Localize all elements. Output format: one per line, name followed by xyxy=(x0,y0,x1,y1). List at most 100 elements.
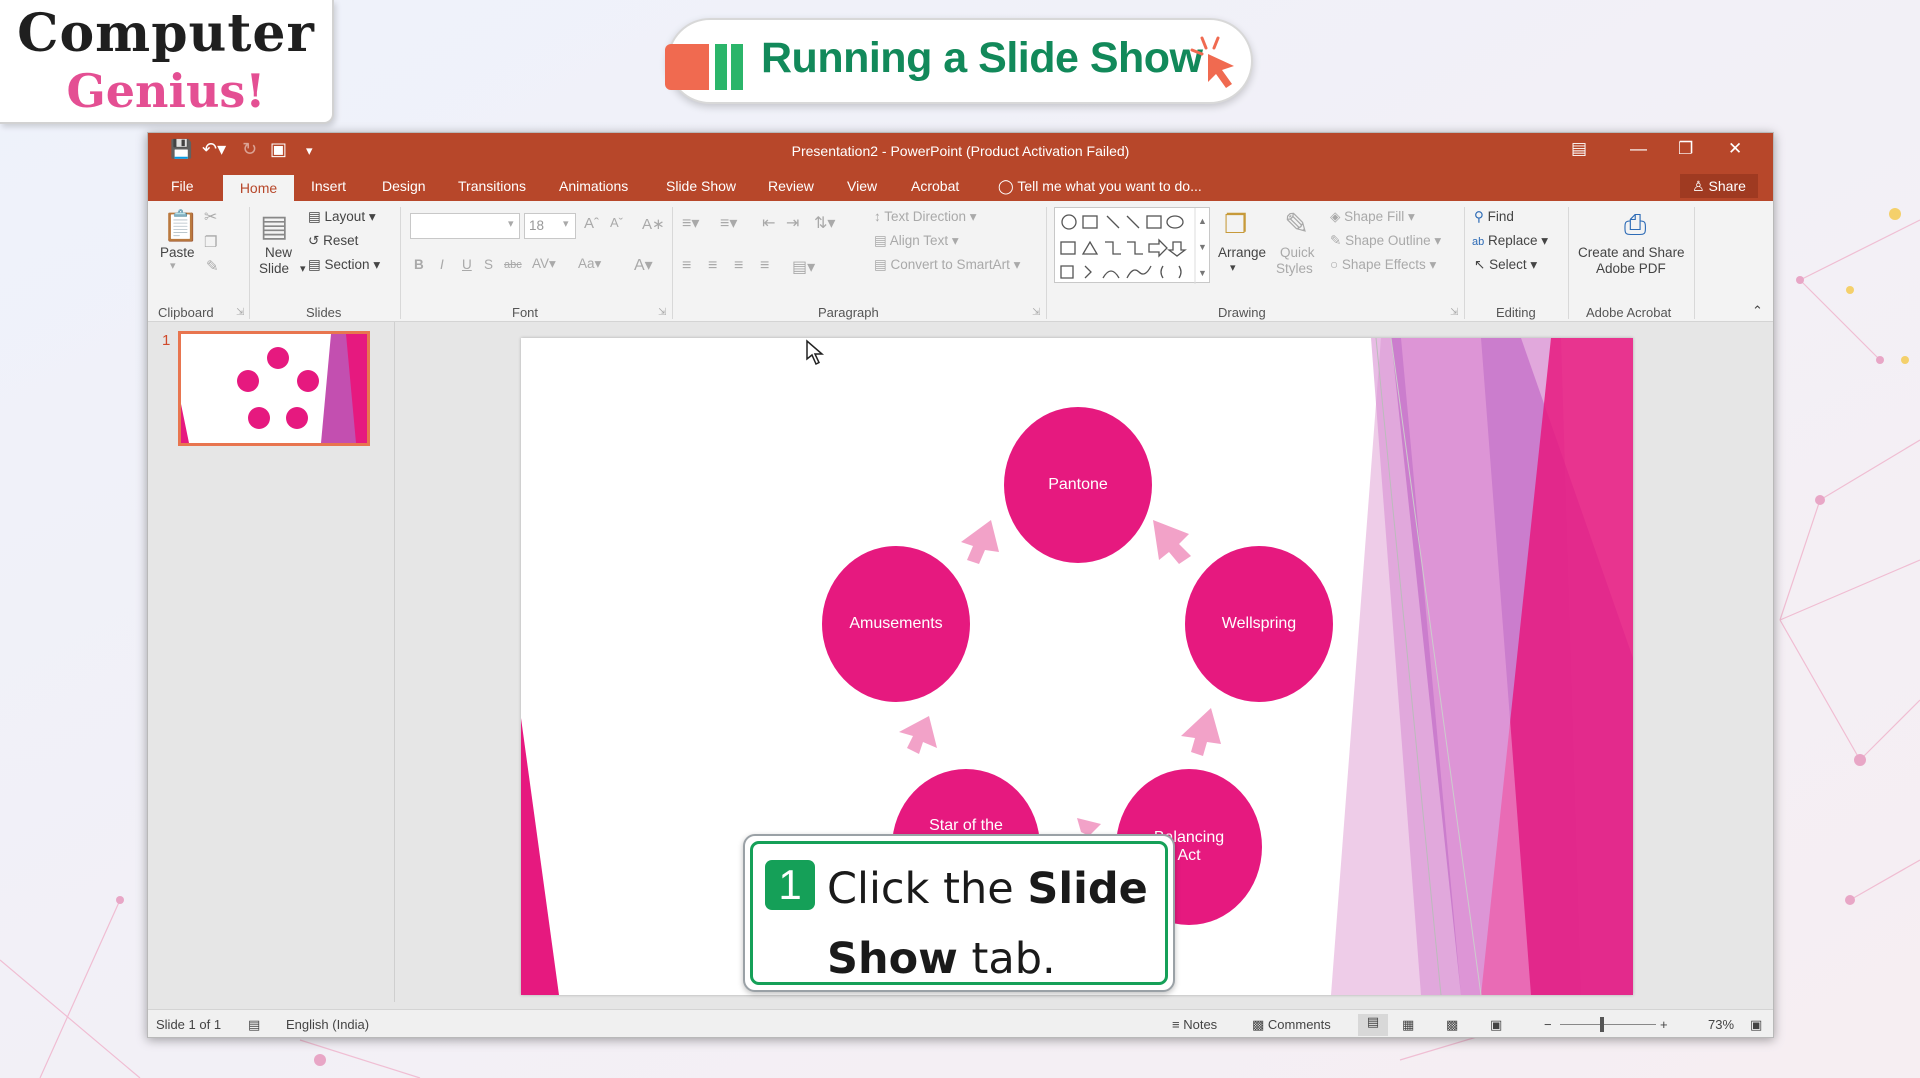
tell-me-box[interactable]: ◯ Tell me what you want to do... xyxy=(998,178,1202,195)
node-pantone[interactable]: Pantone xyxy=(1004,407,1152,563)
columns-icon[interactable]: ▤▾ xyxy=(792,257,815,277)
shadow-icon[interactable]: S xyxy=(484,257,493,272)
node-wellspring[interactable]: Wellspring xyxy=(1185,546,1333,702)
document-title: Presentation2 - PowerPoint (Product Acti… xyxy=(791,143,1130,159)
quick-styles-label-1[interactable]: Quick xyxy=(1280,245,1315,260)
clipboard-launcher-icon[interactable]: ⇲ xyxy=(236,307,244,318)
arrange-dropdown-icon[interactable]: ▾ xyxy=(1230,261,1236,274)
zoom-slider-track[interactable] xyxy=(1560,1024,1656,1025)
clear-formatting-icon[interactable]: A∗ xyxy=(642,215,665,233)
font-name-dropdown-icon[interactable]: ▾ xyxy=(508,217,514,230)
drawing-launcher-icon[interactable]: ⇲ xyxy=(1450,307,1458,318)
tab-transitions[interactable]: Transitions xyxy=(458,178,526,194)
reading-view-icon[interactable]: ▩ xyxy=(1446,1017,1458,1033)
language-indicator[interactable]: English (India) xyxy=(286,1017,369,1032)
shape-effects-button[interactable]: ○ Shape Effects ▾ xyxy=(1330,257,1436,273)
justify-icon[interactable]: ≡ xyxy=(760,257,769,275)
font-launcher-icon[interactable]: ⇲ xyxy=(658,307,666,318)
zoom-level[interactable]: 73% xyxy=(1708,1017,1734,1032)
node-amusements[interactable]: Amusements xyxy=(822,546,970,702)
font-size-dropdown-icon[interactable]: ▾ xyxy=(563,217,569,230)
shapes-gallery[interactable]: ▲ ▼ ▼ xyxy=(1054,207,1210,284)
tab-animations[interactable]: Animations xyxy=(559,178,628,194)
create-pdf-icon[interactable]: ⎙ xyxy=(1624,209,1646,242)
convert-smartart-button[interactable]: ▤ Convert to SmartArt ▾ xyxy=(874,257,1020,273)
new-slide-icon[interactable]: ▤ xyxy=(260,209,288,244)
create-share-pdf-label-1[interactable]: Create and Share xyxy=(1578,245,1685,260)
arrange-icon[interactable]: ❐ xyxy=(1224,209,1247,240)
zoom-in-icon[interactable]: + xyxy=(1660,1017,1668,1032)
lesson-title-banner: Running a Slide Show xyxy=(665,18,1253,104)
format-painter-icon[interactable]: ✎ xyxy=(206,257,219,275)
tab-home[interactable]: Home xyxy=(223,175,294,201)
tab-insert[interactable]: Insert xyxy=(311,178,346,194)
close-icon[interactable]: ✕ xyxy=(1728,139,1742,159)
select-button[interactable]: ↖ Select ▾ xyxy=(1474,257,1537,273)
shape-outline-button[interactable]: ✎ Shape Outline ▾ xyxy=(1330,233,1441,249)
spell-check-icon[interactable]: ▤ xyxy=(248,1017,260,1033)
minimize-icon[interactable]: — xyxy=(1630,139,1647,159)
create-share-pdf-label-2[interactable]: Adobe PDF xyxy=(1596,261,1666,276)
quick-styles-icon[interactable]: ✎ xyxy=(1284,207,1309,242)
editing-group-label: Editing xyxy=(1496,305,1536,320)
decrease-indent-icon[interactable]: ⇤ xyxy=(762,213,775,233)
share-button[interactable]: ♙ Share xyxy=(1680,174,1758,198)
paste-clipboard-icon[interactable]: 📋 xyxy=(162,209,199,244)
notes-button[interactable]: ≡ Notes xyxy=(1172,1017,1217,1032)
restore-icon[interactable]: ❐ xyxy=(1678,139,1693,159)
tab-slide-show[interactable]: Slide Show xyxy=(666,178,736,194)
shape-fill-button[interactable]: ◈ Shape Fill ▾ xyxy=(1330,209,1415,225)
quick-styles-label-2[interactable]: Styles xyxy=(1276,261,1313,276)
line-spacing-icon[interactable]: ⇅▾ xyxy=(814,213,835,233)
copy-icon[interactable]: ❐ xyxy=(204,233,217,251)
numbering-icon[interactable]: ≡▾ xyxy=(720,213,737,233)
bullets-icon[interactable]: ≡▾ xyxy=(682,213,699,233)
tab-view[interactable]: View xyxy=(847,178,877,194)
comments-button[interactable]: ▩ Comments xyxy=(1252,1017,1331,1033)
reset-button[interactable]: ↺ Reset xyxy=(308,233,358,249)
character-spacing-icon[interactable]: AV▾ xyxy=(532,256,556,272)
decrease-font-icon[interactable]: Aˇ xyxy=(610,215,623,230)
increase-font-icon[interactable]: Aˆ xyxy=(584,215,599,232)
slide-sorter-icon[interactable]: ▦ xyxy=(1402,1017,1414,1033)
tab-file[interactable]: File xyxy=(171,178,194,194)
align-right-icon[interactable]: ≡ xyxy=(734,257,743,275)
paragraph-launcher-icon[interactable]: ⇲ xyxy=(1032,307,1040,318)
zoom-slider-thumb[interactable] xyxy=(1600,1017,1604,1032)
mouse-pointer-icon xyxy=(806,339,825,366)
slide-show-view-icon[interactable]: ▣ xyxy=(1490,1017,1502,1033)
zoom-out-icon[interactable]: − xyxy=(1544,1017,1552,1032)
new-slide-label-2[interactable]: Slide xyxy=(259,261,289,276)
cut-icon[interactable]: ✂ xyxy=(204,207,217,227)
section-button[interactable]: ▤ Section ▾ xyxy=(308,257,380,273)
strikethrough-icon[interactable]: abc xyxy=(504,259,522,271)
collapse-ribbon-icon[interactable]: ⌃ xyxy=(1752,303,1763,319)
layout-button[interactable]: ▤ Layout ▾ xyxy=(308,209,376,225)
bold-icon[interactable]: B xyxy=(414,257,424,272)
slide-thumbnail[interactable] xyxy=(178,331,370,446)
align-left-icon[interactable]: ≡ xyxy=(682,257,691,275)
new-slide-dropdown-icon[interactable]: ▾ xyxy=(300,262,306,275)
tab-acrobat[interactable]: Acrobat xyxy=(911,178,959,194)
fit-to-window-icon[interactable]: ▣ xyxy=(1750,1017,1762,1033)
change-case-icon[interactable]: Aa▾ xyxy=(578,256,601,272)
italic-icon[interactable]: I xyxy=(440,257,444,272)
font-name-input[interactable] xyxy=(410,213,520,239)
underline-icon[interactable]: U xyxy=(462,257,472,272)
arrange-button[interactable]: Arrange xyxy=(1218,245,1266,260)
align-text-button[interactable]: ▤ Align Text ▾ xyxy=(874,233,959,249)
drawing-group-label: Drawing xyxy=(1218,305,1266,320)
text-direction-button[interactable]: ↕ Text Direction ▾ xyxy=(874,209,977,225)
new-slide-label-1[interactable]: New xyxy=(265,245,292,260)
normal-view-icon[interactable]: ▤ xyxy=(1358,1014,1388,1036)
align-center-icon[interactable]: ≡ xyxy=(708,257,717,275)
increase-indent-icon[interactable]: ⇥ xyxy=(786,213,799,233)
paste-dropdown-icon[interactable]: ▾ xyxy=(170,259,176,272)
paste-button[interactable]: Paste xyxy=(160,245,195,260)
find-button[interactable]: ⚲ Find xyxy=(1474,209,1514,225)
replace-button[interactable]: ab Replace ▾ xyxy=(1472,233,1548,249)
font-color-icon[interactable]: A▾ xyxy=(634,255,653,275)
tab-design[interactable]: Design xyxy=(382,178,426,194)
ribbon-display-options-icon[interactable]: ▤ xyxy=(1571,139,1587,159)
tab-review[interactable]: Review xyxy=(768,178,814,194)
